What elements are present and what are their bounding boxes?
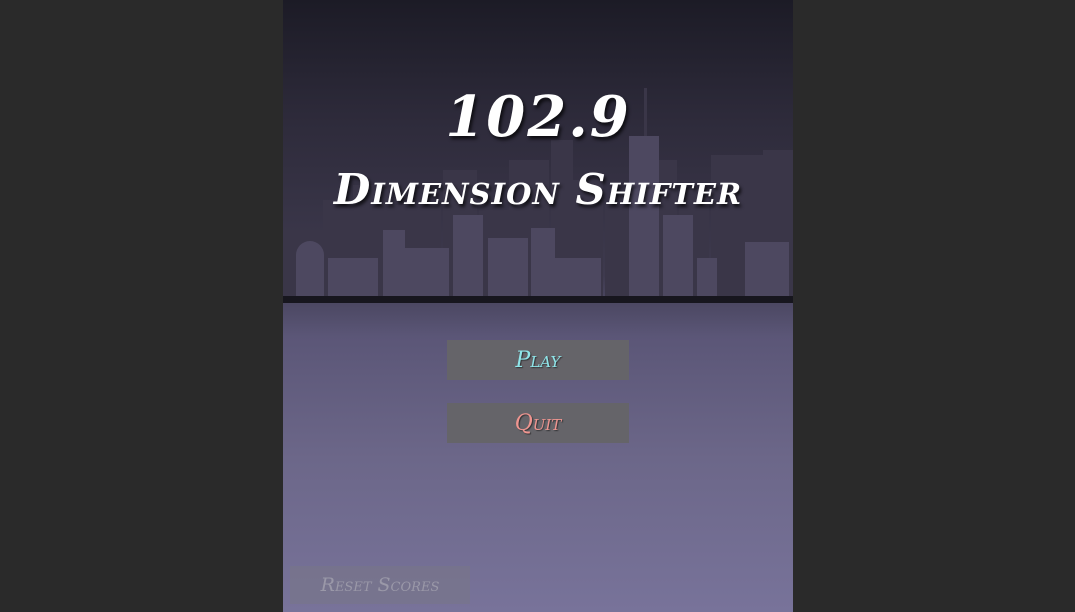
city-skyline-icon: [283, 88, 793, 300]
title-number: 102.9: [445, 84, 631, 150]
game-screen: 102.9 Dimension Shifter Play Quit Reset …: [283, 0, 793, 612]
play-button[interactable]: Play: [447, 340, 629, 380]
game-title: Dimension Shifter: [333, 165, 743, 214]
reset-scores-button[interactable]: Reset Scores: [290, 566, 470, 604]
quit-button[interactable]: Quit: [447, 403, 629, 443]
ground-line: [283, 296, 793, 303]
